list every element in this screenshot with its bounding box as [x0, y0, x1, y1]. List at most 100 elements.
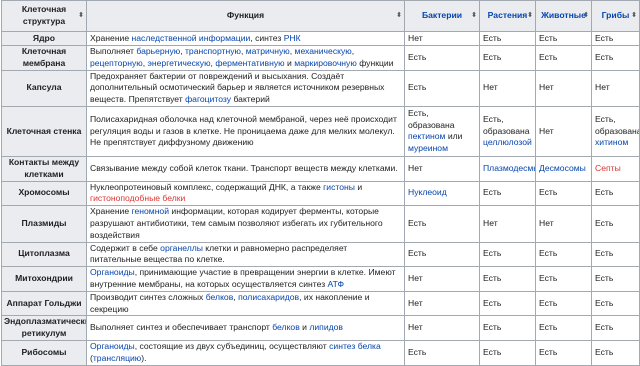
cell-text: Есть [483, 346, 502, 357]
header-animals-link[interactable]: Животные [541, 10, 586, 20]
wiki-link[interactable]: муреином [408, 143, 448, 153]
cell-function: Выполняет синтез и обеспечивает транспор… [86, 315, 405, 341]
table-row: Аппарат Гольджи Производит синтез сложных… [1, 290, 640, 317]
cell-text: Нет [539, 82, 554, 93]
wiki-link[interactable]: Органоиды [90, 268, 135, 278]
cell-plants: Есть [479, 180, 536, 207]
wiki-link[interactable]: Органоиды [90, 341, 135, 351]
cell-text: Полисахаридная оболочка над клеточной ме… [90, 113, 397, 148]
wiki-link[interactable]: Нуклеоид [408, 187, 447, 197]
table-row: Ядро Хранение наследственной информации, … [1, 31, 640, 46]
cell-plants: Есть [479, 339, 536, 366]
row-structure-name: Плазмиды [1, 205, 87, 243]
cell-text: Нуклеопротеиновый комплекс, содержащий Д… [90, 181, 324, 192]
cell-text: Есть [483, 187, 502, 198]
sort-arrows-icon[interactable]: ⬍ [631, 10, 637, 22]
wiki-link[interactable]: РНК [284, 33, 301, 43]
wiki-link[interactable]: наследственной информации [132, 33, 251, 43]
header-function-label: Функция [226, 10, 265, 21]
cell-text: Есть [539, 32, 558, 43]
cell-text: Нет [539, 125, 554, 136]
sort-arrows-icon[interactable]: ⬍ [78, 10, 84, 22]
header-bacteria[interactable]: Бактерии ⬍ [404, 0, 480, 32]
cell-bacteria: Нет [404, 266, 480, 292]
header-structure[interactable]: Клеточная структура ⬍ [1, 0, 87, 32]
cell-text: , [351, 46, 355, 56]
cell-text: или [445, 131, 463, 142]
cell-text: Есть [408, 51, 427, 62]
cell-text: Есть [595, 32, 614, 43]
cell-text: Есть, образована [408, 107, 455, 130]
wiki-link[interactable]: Плазмодесмы [483, 163, 535, 173]
wiki-link[interactable]: матричную [246, 46, 290, 56]
header-function[interactable]: Функция ⬍ [86, 0, 405, 32]
cell-bacteria: Нет [404, 155, 480, 182]
cell-text: Есть [483, 322, 502, 333]
wiki-link[interactable]: целлюлозой [483, 137, 532, 147]
header-fungi[interactable]: Грибы ⬍ [591, 0, 640, 32]
header-bacteria-link[interactable]: Бактерии [422, 10, 462, 20]
cell-bacteria: Нет [404, 290, 480, 317]
cell-function: Органоиды, состоящие из двух субъединиц,… [86, 339, 405, 366]
cell-fungi: Есть, образована хитином [591, 105, 640, 157]
table-row: Митохондрии Органоиды, принимающие участи… [1, 266, 640, 292]
table-row: Клеточная мембрана Выполняет барьерную, т… [1, 45, 640, 71]
cell-animals: Нет [535, 105, 592, 157]
cell-text: Есть [539, 273, 558, 284]
wiki-link[interactable]: органеллы [160, 243, 203, 253]
sort-arrows-icon[interactable]: ⬍ [471, 10, 477, 22]
cell-text: Нет [408, 32, 423, 43]
header-animals[interactable]: Животные ⬍ [535, 0, 592, 32]
table-row: Хромосомы Нуклеопротеиновый комплекс, сод… [1, 180, 640, 207]
wiki-link[interactable]: трансляцию [93, 353, 141, 363]
cell-text: Есть [595, 51, 614, 62]
cell-text: бактерий [231, 94, 270, 105]
cell-plants: Есть, образована целлюлозой [479, 105, 536, 157]
wiki-link[interactable]: полисахаридов [238, 292, 299, 302]
wiki-link[interactable]: АТФ [328, 279, 345, 289]
cell-function: Нуклеопротеиновый комплекс, содержащий Д… [86, 180, 405, 207]
wiki-link[interactable]: энергетическую [148, 58, 211, 68]
cell-function: Хранение наследственной информации, синт… [86, 31, 405, 46]
header-fungi-link[interactable]: Грибы [602, 10, 630, 20]
cell-fungi: Есть [591, 205, 640, 243]
cell-text: ). [141, 352, 147, 363]
missing-article-link[interactable]: гистоноподобные белки [90, 193, 185, 203]
wiki-link[interactable]: липидов [309, 322, 343, 332]
wiki-link[interactable]: белков [206, 292, 234, 302]
wiki-link[interactable]: пектином [408, 131, 445, 141]
table-row: Капсула Предохраняет бактерии от поврежде… [1, 69, 640, 107]
header-plants-link[interactable]: Растения [488, 10, 528, 20]
cell-animals: Есть [535, 290, 592, 317]
wiki-link[interactable]: транспортную [185, 46, 241, 56]
cell-animals: Есть [535, 339, 592, 366]
row-structure-name: Клеточная мембрана [1, 45, 87, 71]
cell-text: Есть [483, 32, 502, 43]
header-plants[interactable]: Растения ⬍ [479, 0, 536, 32]
cell-text: Есть [539, 248, 558, 259]
wiki-link[interactable]: рецепторную [90, 58, 143, 68]
row-structure-name: Цитоплазма [1, 241, 87, 268]
wiki-link[interactable]: гистоны [323, 182, 355, 192]
wiki-link[interactable]: барьерную [136, 46, 180, 56]
cell-function: Органоиды, принимающие участие в превращ… [86, 266, 405, 292]
missing-article-link[interactable]: Септы [595, 163, 621, 173]
wiki-link[interactable]: белков [272, 322, 300, 332]
sort-arrows-icon[interactable]: ⬍ [583, 10, 589, 22]
cell-text: Хранение [90, 32, 132, 43]
wiki-link[interactable]: геномной [132, 207, 169, 216]
sort-arrows-icon[interactable]: ⬍ [527, 10, 533, 22]
wiki-link[interactable]: Десмосомы [539, 163, 586, 173]
cell-text: Хранение [90, 206, 132, 217]
cell-animals: Есть [535, 241, 592, 268]
wiki-link[interactable]: хитином [595, 137, 628, 147]
cell-fungi: Есть [591, 31, 640, 46]
cell-text: Есть, образована [595, 113, 640, 136]
wiki-link[interactable]: механическую [295, 46, 352, 56]
cell-bacteria: Есть [404, 205, 480, 243]
wiki-link[interactable]: маркировочную [294, 58, 357, 68]
wiki-link[interactable]: синтез белка [329, 341, 381, 351]
wiki-link[interactable]: фагоцитозу [185, 94, 231, 104]
wiki-link[interactable]: ферментативную [215, 58, 284, 68]
sort-arrows-icon[interactable]: ⬍ [396, 10, 402, 22]
